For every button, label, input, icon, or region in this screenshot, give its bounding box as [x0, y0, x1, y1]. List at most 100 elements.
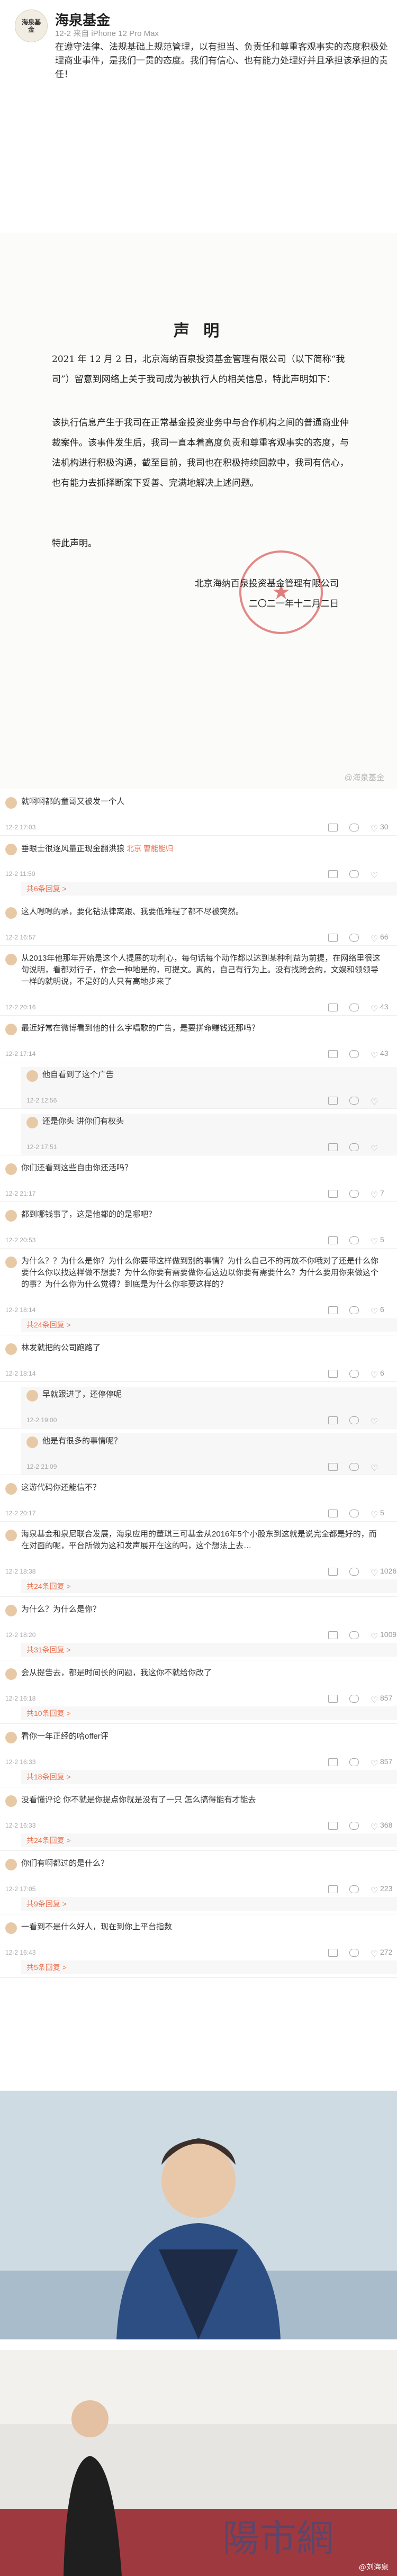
commenter-avatar[interactable]: [5, 1795, 17, 1807]
view-replies-link[interactable]: 共24条回复 >: [21, 1833, 397, 1847]
like-icon[interactable]: ♡: [371, 1949, 378, 1959]
like-icon[interactable]: ♡: [371, 1631, 378, 1642]
comment-icon[interactable]: [349, 1097, 359, 1105]
forward-icon[interactable]: [328, 1416, 338, 1424]
comment-time: 12-2 21:17: [5, 1190, 36, 1197]
forward-icon[interactable]: [328, 1463, 338, 1471]
commenter-avatar[interactable]: [5, 1732, 17, 1743]
comment-icon[interactable]: [349, 1510, 359, 1517]
comment-icon[interactable]: [349, 1004, 359, 1011]
comment-icon[interactable]: [349, 1370, 359, 1378]
comment-icon[interactable]: [349, 1236, 359, 1244]
forward-icon[interactable]: [328, 1143, 338, 1151]
commenter-avatar[interactable]: [5, 1859, 17, 1870]
forward-icon[interactable]: [328, 824, 338, 831]
comment-icon[interactable]: [349, 870, 359, 878]
photo-2[interactable]: 陽市網 @刘海泉: [0, 2350, 397, 2576]
forward-icon[interactable]: [328, 1510, 338, 1517]
like-icon[interactable]: ♡: [371, 1510, 378, 1520]
view-replies-link[interactable]: 共5条回复 >: [21, 1960, 397, 1974]
comment-icon[interactable]: [349, 1631, 359, 1639]
like-icon[interactable]: ♡: [371, 1004, 378, 1014]
commenter-avatar[interactable]: [5, 1024, 17, 1035]
view-replies-link[interactable]: 共9条回复 >: [21, 1897, 397, 1911]
comment-link[interactable]: 北京 曹能能归: [127, 844, 173, 853]
author-avatar[interactable]: 海泉基金: [15, 10, 48, 42]
like-icon[interactable]: ♡: [371, 1236, 378, 1247]
comment-icon[interactable]: [349, 1758, 359, 1766]
forward-icon[interactable]: [328, 1822, 338, 1830]
comment-icon[interactable]: [349, 1885, 359, 1893]
like-icon[interactable]: ♡: [371, 1416, 378, 1427]
like-icon[interactable]: ♡: [371, 1370, 378, 1380]
commenter-avatar[interactable]: [26, 1117, 38, 1128]
forward-icon[interactable]: [328, 1885, 338, 1893]
comment-icon[interactable]: [349, 1949, 359, 1957]
forward-icon[interactable]: [328, 934, 338, 942]
author-name[interactable]: 海泉基金: [55, 10, 110, 29]
like-icon[interactable]: ♡: [371, 1463, 378, 1474]
forward-icon[interactable]: [328, 1004, 338, 1011]
forward-icon[interactable]: [328, 1568, 338, 1576]
commenter-avatar[interactable]: [26, 1436, 38, 1448]
comment-icon[interactable]: [349, 1190, 359, 1198]
view-replies-link[interactable]: 共18条回复 >: [21, 1770, 397, 1784]
commenter-avatar[interactable]: [5, 1605, 17, 1616]
forward-icon[interactable]: [328, 1695, 338, 1703]
like-icon[interactable]: ♡: [371, 1306, 378, 1317]
view-replies-link[interactable]: 共24条回复 >: [21, 1579, 397, 1593]
comment-icon[interactable]: [349, 1568, 359, 1576]
comment-icon[interactable]: [349, 1143, 359, 1151]
comment-icon[interactable]: [349, 1463, 359, 1471]
commenter-avatar[interactable]: [26, 1070, 38, 1082]
view-replies-link[interactable]: 共6条回复 >: [21, 882, 397, 896]
like-icon[interactable]: ♡: [371, 1143, 378, 1154]
like-icon[interactable]: ♡: [371, 870, 378, 881]
photo-1[interactable]: [0, 2091, 397, 2339]
forward-icon[interactable]: [328, 1050, 338, 1058]
comment-icon[interactable]: [349, 824, 359, 831]
commenter-avatar[interactable]: [5, 1530, 17, 1541]
commenter-avatar[interactable]: [5, 844, 17, 855]
commenter-avatar[interactable]: [5, 1922, 17, 1934]
like-icon[interactable]: ♡: [371, 1568, 378, 1578]
forward-icon[interactable]: [328, 1758, 338, 1766]
forward-icon[interactable]: [328, 870, 338, 878]
like-icon[interactable]: ♡: [371, 1097, 378, 1107]
comment-icon[interactable]: [349, 1822, 359, 1830]
like-icon[interactable]: ♡: [371, 824, 378, 834]
comment-icon[interactable]: [349, 1695, 359, 1703]
comment-icon[interactable]: [349, 1050, 359, 1058]
view-replies-link[interactable]: 共31条回复 >: [21, 1643, 397, 1657]
comment-icon[interactable]: [349, 934, 359, 942]
forward-icon[interactable]: [328, 1370, 338, 1378]
commenter-avatar[interactable]: [5, 1343, 17, 1355]
commenter-avatar[interactable]: [5, 1483, 17, 1495]
like-icon[interactable]: ♡: [371, 1190, 378, 1200]
commenter-avatar[interactable]: [5, 797, 17, 809]
forward-icon[interactable]: [328, 1190, 338, 1198]
commenter-avatar[interactable]: [5, 1210, 17, 1222]
like-icon[interactable]: ♡: [371, 1050, 378, 1061]
view-replies-link[interactable]: 共24条回复 >: [21, 1318, 397, 1332]
like-icon[interactable]: ♡: [371, 1758, 378, 1769]
commenter-avatar[interactable]: [26, 1390, 38, 1402]
like-icon[interactable]: ♡: [371, 1695, 378, 1705]
comment-icon[interactable]: [349, 1416, 359, 1424]
commenter-avatar[interactable]: [5, 1257, 17, 1268]
forward-icon[interactable]: [328, 1949, 338, 1957]
commenter-avatar[interactable]: [5, 1668, 17, 1680]
forward-icon[interactable]: [328, 1631, 338, 1639]
forward-icon[interactable]: [328, 1306, 338, 1314]
statement-image[interactable]: [0, 233, 397, 789]
forward-icon[interactable]: [328, 1236, 338, 1244]
like-icon[interactable]: ♡: [371, 1822, 378, 1832]
forward-icon[interactable]: [328, 1097, 338, 1105]
commenter-avatar[interactable]: [5, 954, 17, 965]
like-icon[interactable]: ♡: [371, 1885, 378, 1896]
commenter-avatar[interactable]: [5, 907, 17, 919]
view-replies-link[interactable]: 共10条回复 >: [21, 1706, 397, 1720]
like-icon[interactable]: ♡: [371, 934, 378, 944]
comment-icon[interactable]: [349, 1306, 359, 1314]
commenter-avatar[interactable]: [5, 1163, 17, 1175]
